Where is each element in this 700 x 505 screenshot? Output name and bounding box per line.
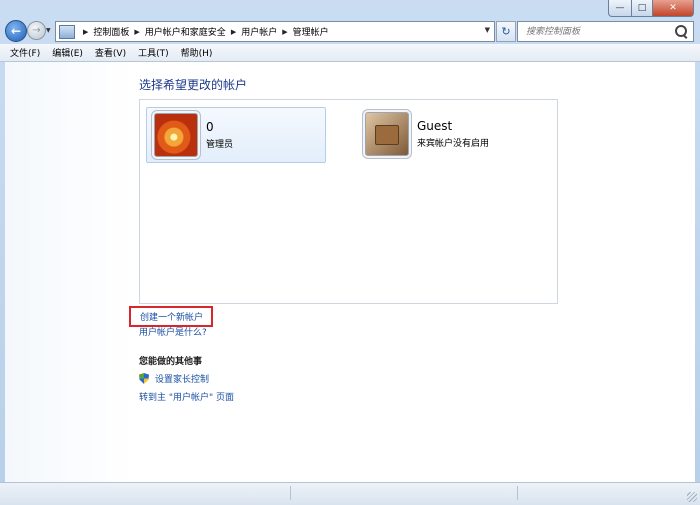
back-button[interactable]: ←	[5, 20, 27, 42]
status-divider	[517, 486, 518, 500]
forward-arrow-icon: →	[32, 25, 41, 36]
close-button[interactable]: ✕	[653, 0, 694, 17]
breadcrumb-control-panel[interactable]: 控制面板	[93, 25, 129, 38]
parental-controls-label: 设置家长控制	[155, 375, 210, 385]
search-icon[interactable]	[675, 25, 687, 37]
menu-view[interactable]: 查看(V)	[89, 46, 132, 59]
control-panel-icon	[59, 24, 75, 39]
resize-grip-icon[interactable]	[687, 492, 697, 502]
breadcrumb-separator-icon[interactable]: ▶	[282, 28, 287, 36]
parental-controls-link[interactable]: 设置家长控制	[139, 372, 209, 385]
account-tile-guest[interactable]: Guest 来宾帐户没有启用	[358, 107, 548, 161]
caption-buttons: — □ ✕	[608, 0, 694, 17]
status-bar	[0, 482, 700, 505]
address-bar[interactable]: ▶ 控制面板 ▶ 用户帐户和家庭安全 ▶ 用户帐户 ▶ 管理帐户 ▼	[55, 21, 495, 42]
account-info: Guest 来宾帐户没有启用	[417, 119, 489, 149]
other-tasks-heading: 您能做的其他事	[139, 357, 203, 367]
account-name: 0	[206, 120, 214, 134]
menu-help[interactable]: 帮助(H)	[175, 46, 219, 59]
navigation-bar: ← → ▼ ▶ 控制面板 ▶ 用户帐户和家庭安全 ▶ 用户帐户 ▶ 管理帐户 ▼…	[0, 18, 700, 44]
breadcrumb-separator-icon[interactable]: ▶	[134, 28, 139, 36]
address-dropdown-icon[interactable]: ▼	[485, 26, 490, 34]
what-is-user-account-link[interactable]: 用户帐户是什么?	[139, 325, 207, 338]
explorer-window: — □ ✕ ← → ▼ ▶ 控制面板 ▶ 用户帐户和家庭安全 ▶ 用户帐户 ▶ …	[0, 0, 700, 505]
menu-bar: 文件(F) 编辑(E) 查看(V) 工具(T) 帮助(H)	[0, 44, 700, 62]
breadcrumb-manage-accounts[interactable]: 管理帐户	[293, 25, 329, 38]
refresh-button[interactable]: ↻	[496, 21, 516, 42]
search-box[interactable]	[517, 21, 694, 42]
account-tile-admin[interactable]: 0 管理员	[146, 107, 326, 163]
menu-edit[interactable]: 编辑(E)	[46, 46, 89, 59]
account-name: Guest	[417, 119, 453, 133]
account-picture	[154, 113, 198, 157]
account-type: 管理员	[206, 140, 234, 150]
breadcrumb-user-accounts[interactable]: 用户帐户	[241, 25, 277, 38]
account-info: 0 管理员	[206, 120, 233, 150]
forward-button[interactable]: →	[27, 21, 46, 40]
account-type: 来宾帐户没有启用	[417, 139, 490, 149]
back-arrow-icon: ←	[10, 24, 22, 38]
account-picture	[365, 112, 409, 156]
status-divider	[290, 486, 291, 500]
breadcrumb-separator-icon[interactable]: ▶	[83, 28, 88, 36]
chevron-down-icon: ▼	[46, 27, 51, 34]
breadcrumb-user-accounts-family[interactable]: 用户帐户和家庭安全	[145, 25, 226, 38]
breadcrumb-separator-icon[interactable]: ▶	[231, 28, 236, 36]
left-pane-background	[5, 62, 135, 482]
create-account-link[interactable]: 创建一个新帐户	[129, 306, 214, 327]
menu-tools[interactable]: 工具(T)	[132, 46, 175, 59]
menu-file[interactable]: 文件(F)	[0, 46, 46, 59]
recent-pages-dropdown[interactable]: ▼	[46, 27, 51, 34]
content-pane: 选择希望更改的帐户 0 管理员 Guest 来宾帐户没有启用 创建一个新帐户 用…	[5, 62, 695, 482]
user-accounts-home-link[interactable]: 转到主 "用户帐户" 页面	[139, 390, 234, 403]
search-input[interactable]	[524, 25, 678, 38]
maximize-button[interactable]: □	[632, 0, 653, 17]
refresh-icon: ↻	[501, 25, 511, 38]
accounts-list: 0 管理员 Guest 来宾帐户没有启用	[139, 99, 558, 304]
page-title: 选择希望更改的帐户	[139, 78, 248, 92]
minimize-button[interactable]: —	[608, 0, 632, 17]
shield-icon	[139, 373, 149, 384]
